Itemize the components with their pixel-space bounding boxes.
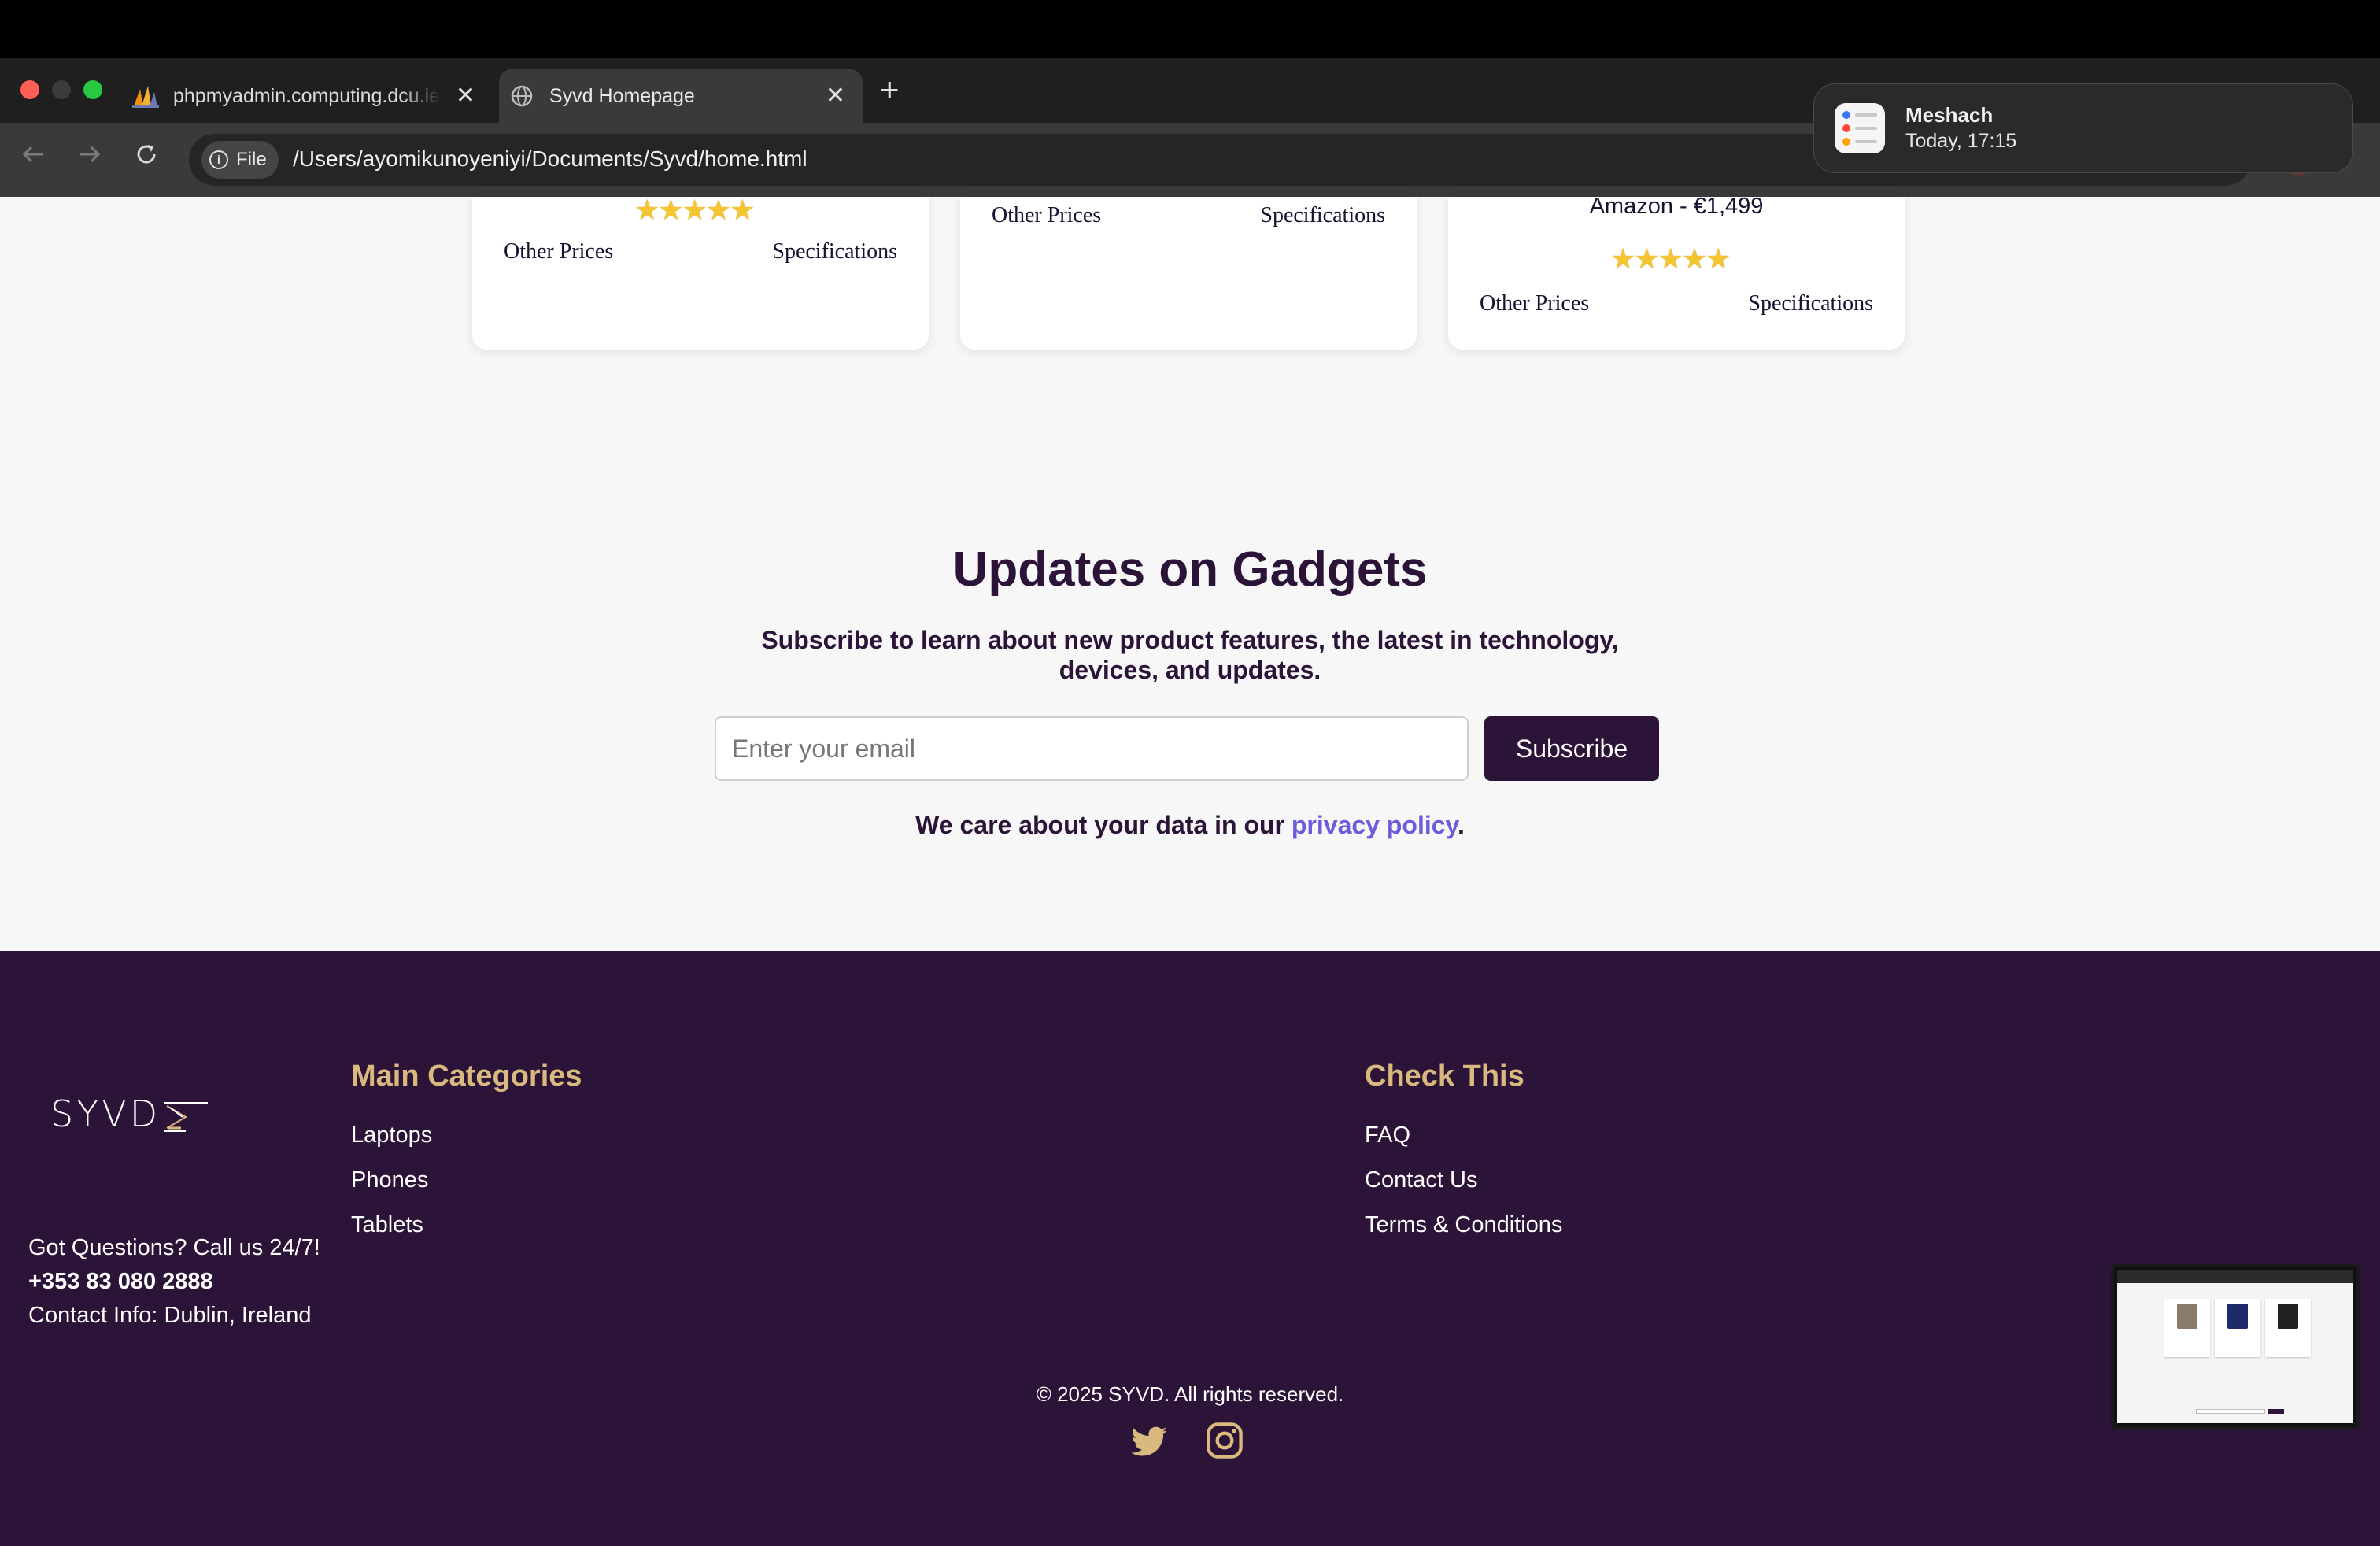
instagram-icon[interactable] xyxy=(1204,1420,1248,1464)
screenshot-thumbnail[interactable] xyxy=(2111,1264,2360,1429)
hourglass-icon xyxy=(164,1101,209,1132)
notification-subtitle: Today, 17:15 xyxy=(1905,130,2017,152)
thumbnail-browser-bar xyxy=(2117,1270,2353,1283)
logo-text: SYVD xyxy=(50,1093,161,1135)
notification-title: Meshach xyxy=(1905,103,1994,127)
product-card: Other Prices Specifications xyxy=(960,197,1417,350)
thumbnail-card xyxy=(2265,1299,2311,1357)
footer-link-laptops[interactable]: Laptops xyxy=(351,1123,432,1148)
footer-link-faq[interactable]: FAQ xyxy=(1365,1123,1410,1148)
newsletter-title: Updates on Gadgets xyxy=(952,542,1428,597)
footer-link-tablets[interactable]: Tablets xyxy=(351,1212,423,1238)
contact-phone[interactable]: +353 83 080 2888 xyxy=(28,1265,320,1299)
info-icon: i xyxy=(209,150,228,169)
back-arrow-icon[interactable] xyxy=(20,142,46,174)
forward-arrow-icon[interactable] xyxy=(77,142,102,174)
check-this-title: Check This xyxy=(1365,1060,1524,1093)
product-price: Amazon - €1,499 xyxy=(1589,194,1764,219)
footer-link-terms[interactable]: Terms & Conditions xyxy=(1365,1212,1562,1238)
site-info-chip[interactable]: i File xyxy=(201,141,279,179)
specifications-link[interactable]: Specifications xyxy=(1260,203,1385,228)
specifications-link[interactable]: Specifications xyxy=(772,239,897,264)
product-card: ★★★★★ Other Prices Specifications xyxy=(472,194,929,350)
reload-icon[interactable] xyxy=(134,142,159,174)
other-prices-link[interactable]: Other Prices xyxy=(1480,291,1589,316)
thumbnail-input xyxy=(2196,1409,2265,1414)
footer-link-contact-us[interactable]: Contact Us xyxy=(1365,1167,1477,1193)
newsletter-subtitle: Subscribe to learn about new product fea… xyxy=(761,626,1619,684)
privacy-prefix: We care about your data in our xyxy=(915,811,1292,839)
contact-block: Got Questions? Call us 24/7! +353 83 080… xyxy=(28,1231,320,1333)
tab-title: phpmyadmin.computing.dcu.ie xyxy=(173,84,441,107)
system-notification[interactable]: Meshach Today, 17:15 xyxy=(1813,83,2353,173)
page-content: ★★★★★ Other Prices Specifications Other … xyxy=(0,194,2380,951)
copyright: © 2025 SYVD. All rights reserved. xyxy=(1036,1382,1344,1406)
star-rating: ★★★★★ xyxy=(1610,242,1731,275)
tab-phpmyadmin[interactable]: phpmyadmin.computing.dcu.ie ✕ xyxy=(123,69,493,123)
tab-syvd-homepage[interactable]: Syvd Homepage ✕ xyxy=(499,69,863,123)
email-input[interactable] xyxy=(715,716,1469,781)
site-info-label: File xyxy=(236,149,267,170)
other-prices-link[interactable]: Other Prices xyxy=(992,203,1101,228)
window-minimize-button[interactable] xyxy=(52,80,71,99)
subscribe-button[interactable]: Subscribe xyxy=(1484,716,1659,781)
reminders-icon xyxy=(1835,103,1885,153)
thumbnail-card xyxy=(2215,1299,2260,1357)
privacy-note: We care about your data in our privacy p… xyxy=(0,811,2380,840)
specifications-link[interactable]: Specifications xyxy=(1748,291,1873,316)
window-close-button[interactable] xyxy=(20,80,39,99)
globe-icon xyxy=(508,83,535,109)
twitter-icon[interactable] xyxy=(1129,1420,1173,1464)
tab-title: Syvd Homepage xyxy=(549,84,695,107)
main-categories-title: Main Categories xyxy=(351,1060,582,1093)
privacy-suffix: . xyxy=(1457,811,1465,839)
phpmyadmin-icon xyxy=(132,83,159,109)
contact-info: Contact Info: Dublin, Ireland xyxy=(28,1303,312,1328)
other-prices-link[interactable]: Other Prices xyxy=(504,239,613,264)
thumbnail-card xyxy=(2164,1299,2210,1357)
thumbnail-button xyxy=(2268,1409,2284,1414)
system-menubar xyxy=(0,0,2380,58)
syvd-logo[interactable]: SYVD xyxy=(50,1093,209,1135)
address-url[interactable]: /Users/ayomikunoyeniyi/Documents/Syvd/ho… xyxy=(293,146,808,172)
new-tab-button[interactable]: + xyxy=(880,73,900,106)
star-rating: ★★★★★ xyxy=(634,194,755,226)
tab-close-icon[interactable]: ✕ xyxy=(826,84,845,108)
footer-link-phones[interactable]: Phones xyxy=(351,1167,428,1193)
tab-close-icon[interactable]: ✕ xyxy=(456,84,475,108)
privacy-policy-link[interactable]: privacy policy xyxy=(1292,811,1458,839)
thumbnail-preview xyxy=(2117,1270,2353,1423)
product-card: Amazon - €1,499 ★★★★★ Other Prices Speci… xyxy=(1448,194,1905,350)
site-footer: SYVD Got Questions? Call us 24/7! +353 8… xyxy=(0,951,2380,1546)
window-zoom-button[interactable] xyxy=(83,80,102,99)
contact-question: Got Questions? Call us 24/7! xyxy=(28,1235,320,1260)
